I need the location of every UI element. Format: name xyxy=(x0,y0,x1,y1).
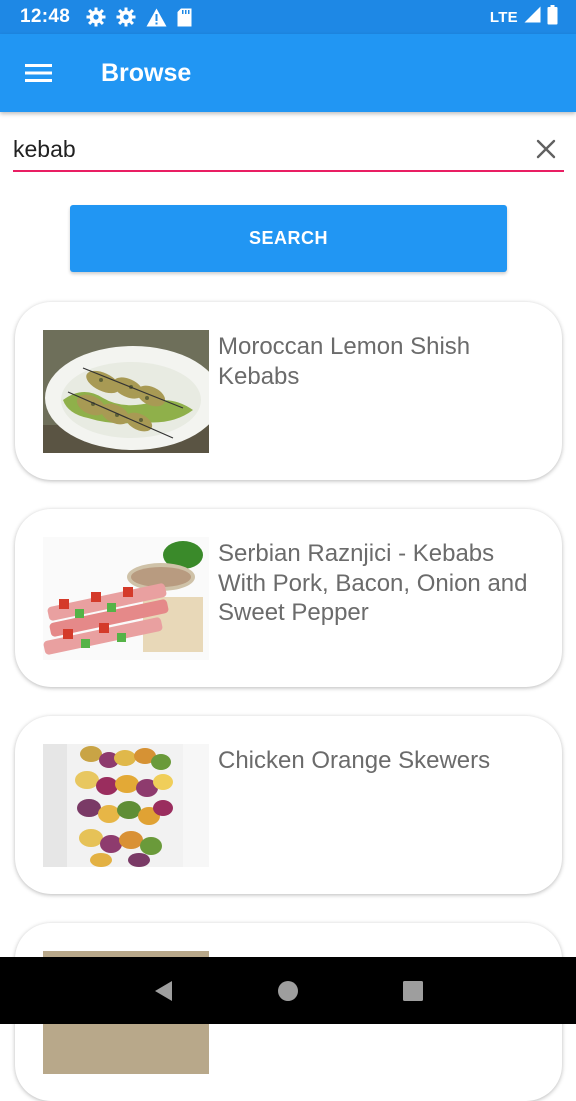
signal-icon xyxy=(524,6,541,28)
recipe-card[interactable]: Chicken Orange Skewers xyxy=(15,716,562,894)
recipe-title: Moroccan Lemon Shish Kebabs xyxy=(218,333,471,390)
search-input[interactable] xyxy=(13,129,530,169)
recipe-thumbnail xyxy=(43,330,209,453)
recipe-title: Serbian Raznjici - Kebabs With Pork, Bac… xyxy=(218,540,528,626)
network-type: LTE xyxy=(489,8,518,26)
navigation-bar xyxy=(0,957,576,1024)
close-icon[interactable] xyxy=(530,133,562,165)
battery-icon xyxy=(547,4,558,30)
app-bar: Browse xyxy=(0,34,576,112)
home-icon[interactable] xyxy=(268,971,308,1011)
recents-icon[interactable] xyxy=(393,971,433,1011)
settings-icon xyxy=(86,7,106,27)
recipe-thumbnail xyxy=(43,744,209,867)
recipe-card[interactable]: Serbian Raznjici - Kebabs With Pork, Bac… xyxy=(15,509,562,687)
system-status: LTE xyxy=(489,4,558,30)
page-title: Browse xyxy=(101,58,192,87)
settings-icon xyxy=(116,7,136,27)
back-icon[interactable] xyxy=(143,971,183,1011)
recipe-thumbnail xyxy=(43,537,209,660)
warning-icon xyxy=(146,8,167,27)
hamburger-menu-icon[interactable] xyxy=(19,53,59,93)
recipe-title: Chicken Orange Skewers xyxy=(218,747,491,774)
search-field xyxy=(13,128,564,172)
status-bar: 12:48 LTE xyxy=(0,0,576,34)
notification-icons xyxy=(86,7,192,27)
search-button[interactable]: SEARCH xyxy=(70,205,507,272)
recipe-card[interactable]: Moroccan Lemon Shish Kebabs xyxy=(15,302,562,480)
sd-card-icon xyxy=(177,8,192,27)
status-time: 12:48 xyxy=(20,6,71,27)
